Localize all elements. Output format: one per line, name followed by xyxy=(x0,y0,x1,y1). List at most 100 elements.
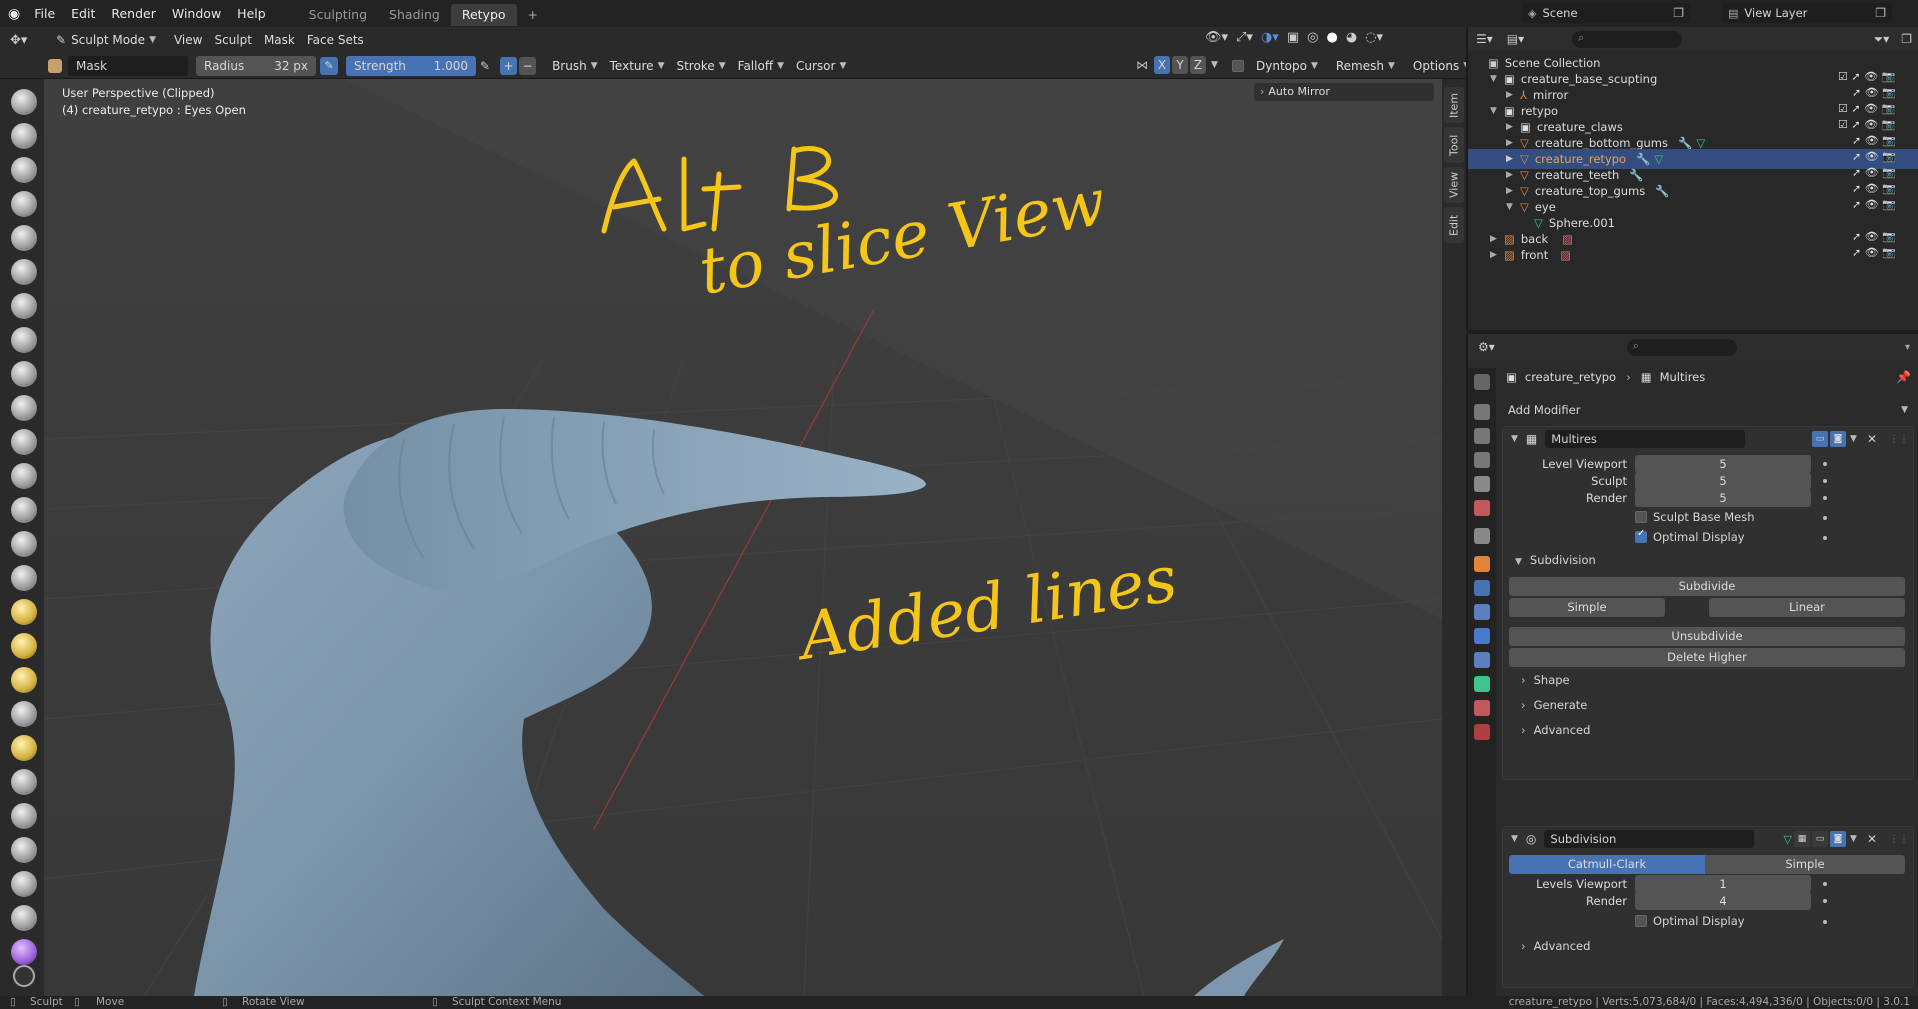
menu-file[interactable]: File xyxy=(26,0,63,27)
show-render-icon[interactable]: ◙ xyxy=(1830,431,1847,447)
chevron-right-icon[interactable]: ▶ xyxy=(1490,250,1504,260)
visibility-icon[interactable]: 👁▾ xyxy=(1205,30,1228,45)
outliner-editor-icon[interactable]: ☰▾ xyxy=(1476,32,1493,46)
chevron-down-icon[interactable]: ▼ xyxy=(1506,202,1520,212)
animate-dot[interactable] xyxy=(1823,496,1827,500)
view-layer-selector[interactable]: ▤ View Layer ❐ xyxy=(1722,3,1892,23)
flatten-brush-icon[interactable] xyxy=(11,429,37,455)
output-tab-icon[interactable] xyxy=(1474,428,1490,444)
strength-slider[interactable]: Strength 1.000 xyxy=(346,55,476,76)
drag-handle-icon[interactable]: ⋮⋮ xyxy=(1889,434,1909,445)
texture-tab-icon[interactable] xyxy=(1474,724,1490,740)
tool-tab-icon[interactable] xyxy=(1474,374,1490,390)
material-shading-icon[interactable]: ◕ xyxy=(1346,30,1357,45)
menu-edit[interactable]: Edit xyxy=(63,0,103,27)
remesh-dropdown[interactable]: Remesh ▼ xyxy=(1330,56,1401,76)
animate-dot[interactable] xyxy=(1823,882,1827,886)
filter-icon[interactable]: ⏷▾ xyxy=(1874,32,1890,47)
animate-dot[interactable] xyxy=(1823,920,1827,924)
pressure-radius-icon[interactable]: ✎ xyxy=(320,56,338,75)
snake-hook-brush-icon[interactable] xyxy=(11,667,37,693)
thumb-brush-icon[interactable] xyxy=(11,701,37,727)
animate-dot[interactable] xyxy=(1823,462,1827,466)
chevron-right-icon[interactable]: ▶ xyxy=(1506,170,1520,180)
data-tab-icon[interactable] xyxy=(1474,676,1490,692)
new-scene-icon[interactable]: ❐ xyxy=(1673,6,1684,20)
auto-mirror-panel[interactable]: › Auto Mirror xyxy=(1254,83,1434,101)
draw-sharp-brush-icon[interactable] xyxy=(11,123,37,149)
physics-tab-icon[interactable] xyxy=(1474,628,1490,644)
chevron-right-icon[interactable]: ▶ xyxy=(1490,234,1504,244)
cursor-dropdown[interactable]: Cursor ▼ xyxy=(790,56,852,76)
new-view-layer-icon[interactable]: ❐ xyxy=(1875,6,1886,20)
levels-viewport-field[interactable]: 1 xyxy=(1635,875,1811,893)
mode-selector[interactable]: ✎ Sculpt Mode ▼ xyxy=(50,30,162,50)
edit-mode-icon[interactable]: ▦ xyxy=(1794,831,1811,847)
blob-brush-icon[interactable] xyxy=(11,327,37,353)
display-mode-icon[interactable]: ▤▾ xyxy=(1507,32,1524,46)
object-tab-icon[interactable] xyxy=(1474,556,1490,572)
fill-brush-icon[interactable] xyxy=(11,463,37,489)
nudge-brush-icon[interactable] xyxy=(11,769,37,795)
animate-dot[interactable] xyxy=(1823,536,1827,540)
xray-icon[interactable]: ▣ xyxy=(1287,30,1299,45)
show-viewport-icon[interactable]: ▭ xyxy=(1812,431,1829,447)
mirror-x-toggle[interactable]: X xyxy=(1154,56,1170,74)
tab-view[interactable]: View xyxy=(1444,167,1464,203)
menu-sculpt[interactable]: Sculpt xyxy=(208,30,257,50)
show-render-icon[interactable]: ◙ xyxy=(1830,831,1847,847)
chevron-down-icon[interactable]: ▼ xyxy=(1490,74,1504,84)
chevron-down-icon[interactable]: ▼ xyxy=(1211,60,1218,70)
new-collection-icon[interactable]: ❐ xyxy=(1901,32,1912,46)
tab-item[interactable]: Item xyxy=(1444,87,1464,123)
render-level-field[interactable]: 5 xyxy=(1635,489,1811,507)
constraints-tab-icon[interactable] xyxy=(1474,652,1490,668)
collection-tab-icon[interactable] xyxy=(1474,528,1490,544)
chevron-down-icon[interactable]: ▼ xyxy=(1850,834,1857,844)
clay-strips-brush-icon[interactable] xyxy=(11,191,37,217)
overlay-icon[interactable]: ◑▾ xyxy=(1261,30,1279,45)
properties-editor-icon[interactable]: ⚙▾ xyxy=(1478,340,1495,354)
editor-type-icon[interactable]: ✥▾ xyxy=(10,33,40,48)
subdivision-name-field[interactable]: Subdivision xyxy=(1544,830,1755,848)
subdiv-advanced-subpanel-header[interactable]: › Advanced xyxy=(1521,939,1590,953)
slide-relax-brush-icon[interactable] xyxy=(11,837,37,863)
scene-selector[interactable]: ◈ Scene ❐ xyxy=(1522,3,1690,23)
chevron-right-icon[interactable]: ▶ xyxy=(1506,90,1520,100)
subdiv-simple-button[interactable]: Simple xyxy=(1705,855,1905,874)
sculpt-level-field[interactable]: 5 xyxy=(1635,472,1811,490)
brush-name-field[interactable]: Mask xyxy=(68,55,188,76)
pin-icon[interactable]: 📌 xyxy=(1896,370,1911,384)
tab-retypo[interactable]: Retypo xyxy=(450,3,517,26)
add-modifier-button[interactable]: Add Modifier ▼ xyxy=(1502,400,1914,420)
generate-subpanel-header[interactable]: › Generate xyxy=(1521,698,1587,712)
menu-view[interactable]: View xyxy=(168,30,208,50)
texture-dropdown[interactable]: Texture ▼ xyxy=(604,56,671,76)
pinch-brush-icon[interactable] xyxy=(11,565,37,591)
chevron-down-icon[interactable]: ▼ xyxy=(1850,434,1857,444)
tab-edit[interactable]: Edit xyxy=(1444,207,1464,243)
blender-logo-icon[interactable]: ◉ xyxy=(8,6,20,22)
rendered-shading-icon[interactable]: ◌▾ xyxy=(1365,30,1383,45)
chevron-right-icon[interactable]: ▶ xyxy=(1506,186,1520,196)
chevron-right-icon[interactable]: ▶ xyxy=(1506,154,1520,164)
world-tab-icon[interactable] xyxy=(1474,500,1490,516)
chevron-right-icon[interactable]: ▶ xyxy=(1506,138,1520,148)
brush-dropdown[interactable]: Brush ▼ xyxy=(546,56,604,76)
mirror-y-toggle[interactable]: Y xyxy=(1172,56,1188,74)
outliner-search-input[interactable]: ⌕ xyxy=(1572,30,1683,48)
tab-tool[interactable]: Tool xyxy=(1444,127,1464,163)
show-viewport-icon[interactable]: ▭ xyxy=(1812,831,1829,847)
menu-render[interactable]: Render xyxy=(103,0,164,27)
properties-search-input[interactable]: ⌕ xyxy=(1626,338,1737,356)
dyntopo-dropdown[interactable]: Dyntopo ▼ xyxy=(1250,56,1324,76)
menu-help[interactable]: Help xyxy=(229,0,274,27)
radius-slider[interactable]: Radius 32 px xyxy=(196,55,316,76)
multiplane-scrape-brush-icon[interactable] xyxy=(11,531,37,557)
multires-name-field[interactable]: Multires xyxy=(1545,430,1746,448)
falloff-dropdown[interactable]: Falloff ▼ xyxy=(732,56,790,76)
mask-add-button[interactable]: + xyxy=(500,56,518,75)
grab-brush-icon[interactable] xyxy=(11,599,37,625)
subdiv-render-field[interactable]: 4 xyxy=(1635,892,1811,910)
subdiv-optimal-display-checkbox[interactable] xyxy=(1635,915,1647,927)
